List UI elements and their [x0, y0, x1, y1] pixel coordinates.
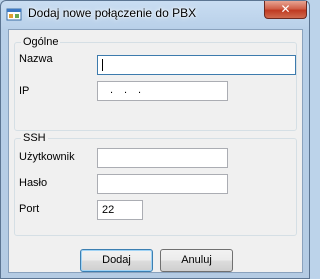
- close-icon: ✕: [280, 2, 291, 16]
- port-label: Port: [19, 203, 40, 215]
- ip-dot-separator: .: [110, 84, 114, 96]
- app-window-icon: [6, 6, 22, 22]
- password-input[interactable]: [97, 174, 228, 194]
- user-label: Użytkownik: [19, 151, 75, 163]
- general-groupbox: Ogólne Nazwa IP . . .: [14, 36, 297, 131]
- ip-address-input[interactable]: . . .: [97, 81, 228, 101]
- close-button[interactable]: ✕: [264, 1, 307, 19]
- window-title: Dodaj nowe połączenie do PBX: [28, 6, 197, 20]
- general-group-title: Ogólne: [21, 36, 61, 48]
- text-caret: [102, 59, 103, 71]
- dialog-client-area: Ogólne Nazwa IP . . . SSH Użytkownik Has…: [8, 29, 303, 273]
- user-input[interactable]: [97, 148, 228, 168]
- ssh-groupbox: SSH Użytkownik Hasło Port: [14, 132, 297, 236]
- port-input[interactable]: [97, 200, 143, 220]
- name-label: Nazwa: [19, 53, 53, 65]
- title-bar[interactable]: Dodaj nowe połączenie do PBX ✕: [1, 1, 309, 27]
- ip-dot-separator: .: [124, 84, 128, 96]
- ip-label: IP: [19, 85, 30, 97]
- password-label: Hasło: [19, 177, 48, 189]
- add-button[interactable]: Dodaj: [80, 249, 153, 272]
- ssh-group-title: SSH: [21, 132, 48, 144]
- dialog-window: Dodaj nowe połączenie do PBX ✕ Ogólne Na…: [0, 0, 310, 279]
- name-input[interactable]: [97, 55, 296, 75]
- ip-dot-separator: .: [138, 84, 142, 96]
- cancel-button[interactable]: Anuluj: [160, 249, 233, 272]
